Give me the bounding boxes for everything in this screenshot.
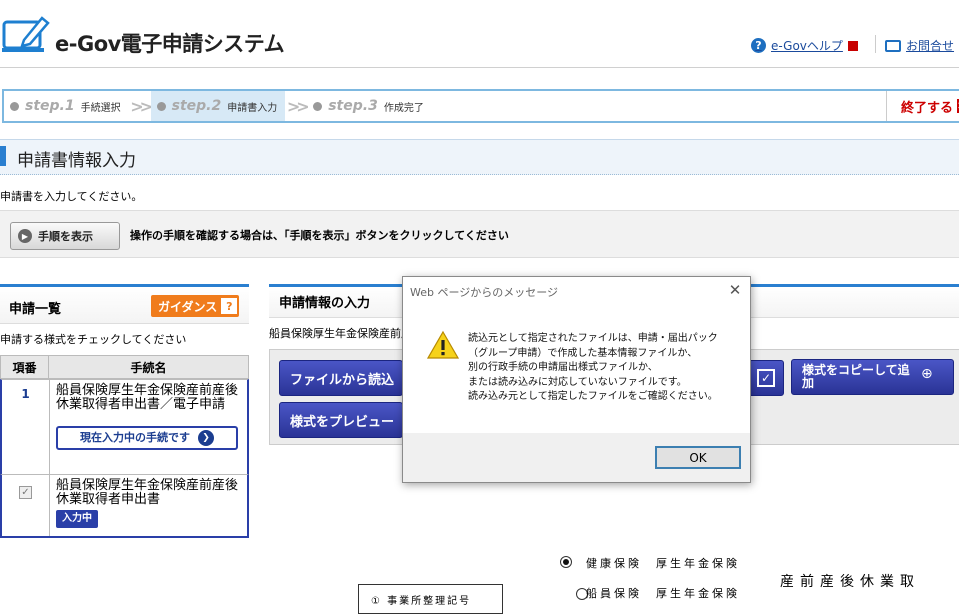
dialog-message: 読込元として指定されたファイルは、申請・届出パック （グループ申請）で作成した基…	[468, 333, 718, 403]
status-badge: 入力中	[56, 510, 98, 528]
step-1: step.1 手続選択	[4, 91, 129, 121]
finish-label: 終了する	[901, 100, 954, 116]
help-icon: ?	[751, 38, 766, 53]
row-number: 1	[2, 380, 50, 474]
check-icon: ✓	[757, 369, 775, 387]
copy-add-icon: ⊕	[921, 366, 933, 382]
help-link[interactable]: ? e-Govヘルプ	[751, 37, 858, 54]
form-heading: 産前産後休業取	[780, 574, 920, 590]
procedure-name: 船員保険厚生年金保険産前産後休業取得者申出書／電子申請	[56, 383, 239, 412]
external-link-icon	[847, 40, 858, 51]
step-2-label: 申請書入力	[227, 102, 278, 114]
radio-seaman-pension-label: 船員保険 厚生年金保険	[586, 587, 740, 600]
table-row[interactable]: ✓ 船員保険厚生年金保険産前産後休業取得者申出書 入力中	[0, 475, 249, 538]
guidance-button[interactable]: ガイダンス ?	[151, 295, 239, 317]
warning-icon	[427, 330, 459, 359]
application-list-title: 申請一覧	[9, 302, 62, 317]
title-accent	[0, 146, 6, 166]
logo-icon	[2, 16, 50, 52]
step-1-label: 手続選択	[80, 102, 121, 114]
column-header-no: 項番	[1, 356, 49, 378]
step-3-label: 作成完了	[383, 102, 424, 114]
chevron-right-icon: >>	[286, 96, 310, 116]
question-icon: ?	[221, 298, 238, 314]
step-3-number: step.3	[328, 98, 378, 114]
header-divider	[875, 35, 876, 53]
preview-form-button[interactable]: 様式をプレビュー	[279, 402, 403, 438]
row-checkbox[interactable]: ✓	[19, 486, 32, 499]
page-title: 申請書情報入力	[17, 151, 136, 171]
office-code-field: ① 事業所整理記号	[358, 584, 503, 614]
arrow-right-icon: ❯	[198, 430, 214, 446]
radio-health-pension-label: 健康保険 厚生年金保険	[586, 557, 740, 570]
contact-link[interactable]: お問合せ	[885, 37, 954, 54]
mail-icon	[885, 39, 901, 52]
logo-text[interactable]: e-Gov電子申請システム	[55, 28, 285, 58]
application-list-instruction: 申請する様式をチェックしてください	[0, 333, 187, 346]
application-input-subtitle: 船員保険厚生年金保険産前産後休業取得者申出書	[269, 327, 409, 340]
step-1-number: step.1	[25, 98, 75, 114]
procedure-name: 船員保険厚生年金保険産前産後休業取得者申出書	[56, 478, 239, 507]
column-header-name: 手続名	[130, 360, 167, 375]
dialog-title: Web ページからのメッセージ	[410, 286, 559, 299]
application-table-header: 項番 手続名	[0, 355, 249, 379]
row-checkbox-cell: ✓	[2, 475, 50, 536]
chevron-right-icon: >>	[130, 96, 153, 116]
step-dot-icon	[156, 101, 166, 111]
current-procedure-button[interactable]: 現在入力中の手続です ❯	[56, 426, 238, 450]
page-instruction: 申請書を入力してください。	[0, 190, 143, 203]
current-procedure-label: 現在入力中の手続です	[80, 431, 190, 444]
play-icon: ▶	[18, 229, 32, 243]
load-from-file-button[interactable]: ファイルから読込	[279, 360, 403, 396]
contact-link-label[interactable]: お問合せ	[906, 37, 954, 54]
radio-health-pension[interactable]	[560, 556, 572, 568]
row-cell: 船員保険厚生年金保険産前産後休業取得者申出書 入力中	[50, 475, 247, 536]
title-bar	[0, 139, 959, 175]
procedure-text: 操作の手順を確認する場合は、「手順を表示」ボタンをクリックしてください	[130, 229, 509, 242]
dialog-close-icon[interactable]: ✕	[728, 281, 742, 299]
step-dot-icon	[313, 101, 323, 111]
step-dot-icon	[10, 101, 19, 111]
step-2: step.2 申請書入力	[150, 91, 286, 121]
step-2-number: step.2	[171, 98, 222, 114]
ok-button[interactable]: OK	[655, 446, 741, 469]
show-procedure-button[interactable]: ▶ 手順を表示	[10, 222, 120, 250]
finish-button[interactable]: 終了する ✕	[886, 91, 959, 121]
step-progress: step.1 手続選択 >> step.2 申請書入力 >> step.3 作成…	[2, 89, 959, 123]
guidance-label: ガイダンス	[158, 299, 218, 314]
help-link-label[interactable]: e-Govヘルプ	[771, 37, 843, 54]
step-3: step.3 作成完了	[307, 91, 432, 121]
table-row[interactable]: 1 船員保険厚生年金保険産前産後休業取得者申出書／電子申請 現在入力中の手続です…	[0, 379, 249, 475]
row-cell: 船員保険厚生年金保険産前産後休業取得者申出書／電子申請 現在入力中の手続です ❯	[50, 380, 247, 474]
check-button[interactable]: ✓	[748, 360, 784, 396]
show-procedure-label: 手順を表示	[38, 230, 93, 243]
copy-form-add-label: 様式をコピーして追加	[802, 363, 910, 390]
application-input-title: 申請情報の入力	[279, 296, 371, 311]
